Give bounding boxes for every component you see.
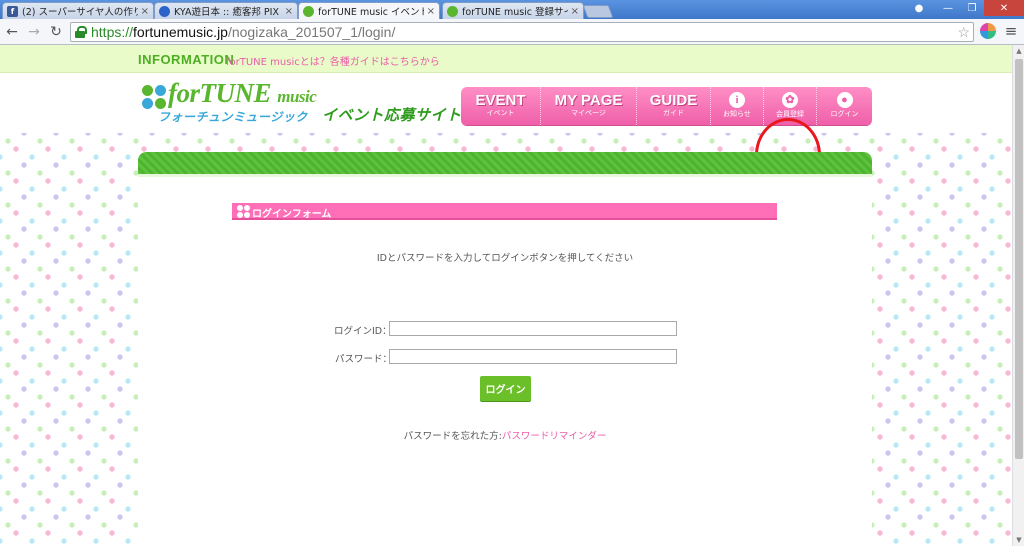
nav-label: EVENT xyxy=(475,92,526,109)
tab-title: forTUNE music 登録サイト xyxy=(462,7,568,18)
information-label: INFORMATION xyxy=(138,52,235,67)
card-header-stripe xyxy=(138,152,872,174)
close-icon[interactable]: × xyxy=(571,6,579,17)
tab-title: KYA遊日本 :: 癒客邦 PIX xyxy=(174,7,279,18)
new-tab-button[interactable] xyxy=(582,5,614,18)
nav-login[interactable]: ● ログイン xyxy=(817,87,872,125)
nav-label: MY PAGE xyxy=(554,92,623,109)
user-icon: ● xyxy=(836,92,853,108)
guide-link[interactable]: forTUNE musicとは？各種ガイドはこちらから xyxy=(226,53,440,68)
address-bar[interactable]: https:// fortunemusic.jp /nogizaka_20150… xyxy=(70,22,974,42)
lock-icon xyxy=(75,26,87,38)
tab-title: (2) スーパーサイヤ人の作り方 xyxy=(22,7,138,18)
clover-icon xyxy=(237,205,250,218)
menu-icon[interactable]: ≡ xyxy=(1003,22,1019,40)
login-id-input[interactable] xyxy=(389,321,677,336)
tab-fortune-register[interactable]: forTUNE music 登録サイト × xyxy=(442,2,584,19)
login-id-label: ログインID： xyxy=(334,326,392,337)
scroll-thumb[interactable] xyxy=(1015,59,1023,459)
scroll-down-icon[interactable]: ▼ xyxy=(1013,534,1024,546)
section-header: ログインフォーム xyxy=(232,203,777,220)
logo-text-small: music xyxy=(277,87,317,106)
tab-fortune-event[interactable]: forTUNE music イベント応 × xyxy=(298,2,440,19)
login-button[interactable]: ログイン xyxy=(480,376,531,401)
nav-sublabel: マイページ xyxy=(571,109,606,117)
window-close-icon[interactable]: ✕ xyxy=(984,0,1024,16)
reload-icon[interactable]: ↻ xyxy=(46,22,66,42)
page-scrollbar[interactable]: ▲ ▼ xyxy=(1012,45,1024,546)
page-viewport: INFORMATION forTUNE musicとは？各種ガイドはこちらから … xyxy=(0,45,1012,546)
nav-mypage[interactable]: MY PAGE マイページ xyxy=(541,87,637,125)
browser-toolbar: ← → ↻ https:// fortunemusic.jp /nogizaka… xyxy=(0,19,1024,45)
url-scheme: https:// xyxy=(91,24,134,40)
password-reminder: パスワードを忘れた方:パスワードリマインダー xyxy=(138,428,872,442)
url-path: /nogizaka_201507_1/login/ xyxy=(227,24,396,40)
tab-facebook[interactable]: f (2) スーパーサイヤ人の作り方 × xyxy=(2,2,154,19)
password-reminder-link[interactable]: パスワードリマインダー xyxy=(502,431,607,442)
logo-text: forTUNE xyxy=(168,78,272,108)
facebook-icon: f xyxy=(7,5,18,17)
card-header-shadow xyxy=(138,174,872,177)
scroll-up-icon[interactable]: ▲ xyxy=(1013,45,1024,57)
nav-sublabel: ガイド xyxy=(663,109,684,117)
information-bar: INFORMATION forTUNE musicとは？各種ガイドはこちらから xyxy=(0,45,1012,73)
fortune-icon xyxy=(447,5,458,17)
password-label: パスワード： xyxy=(335,354,393,365)
nav-sublabel: お知らせ xyxy=(723,110,751,118)
nav-label: GUIDE xyxy=(649,92,698,109)
window-controls: ● — ❐ ✕ xyxy=(908,0,1024,16)
clover-icon: ✿ xyxy=(782,92,798,108)
back-icon[interactable]: ← xyxy=(2,22,22,42)
tab-title: forTUNE music イベント応 xyxy=(318,7,424,18)
section-title: ログインフォーム xyxy=(252,209,332,220)
nav-sublabel: イベント xyxy=(486,109,515,117)
close-icon[interactable]: × xyxy=(427,6,435,17)
nav-event[interactable]: EVENT イベント xyxy=(461,87,541,125)
password-input[interactable] xyxy=(389,349,677,364)
main-nav: EVENT イベント MY PAGE マイページ GUIDE ガイド i お知ら… xyxy=(461,87,872,125)
bookmark-star-icon[interactable]: ☆ xyxy=(957,24,970,41)
login-card: ログインフォーム IDとパスワードを入力してログインボタンを押してください ログ… xyxy=(138,152,872,546)
tab-kya[interactable]: KYA遊日本 :: 癒客邦 PIX × xyxy=(154,2,298,19)
minimize-icon[interactable]: — xyxy=(936,0,960,16)
close-icon[interactable]: × xyxy=(285,6,293,17)
url-host: fortunemusic.jp xyxy=(133,24,228,40)
login-instruction: IDとパスワードを入力してログインボタンを押してください xyxy=(376,253,634,264)
fortune-icon xyxy=(303,5,314,17)
restore-icon[interactable]: ❐ xyxy=(960,0,984,16)
globe-icon xyxy=(159,5,170,17)
info-icon: i xyxy=(729,92,745,108)
nav-guide[interactable]: GUIDE ガイド xyxy=(637,87,711,125)
site-tagline: イベント応募サイト xyxy=(322,106,462,124)
close-icon[interactable]: × xyxy=(141,6,149,17)
user-icon[interactable]: ● xyxy=(908,0,930,16)
site-logo[interactable]: forTUNE music xyxy=(168,78,317,109)
forward-icon[interactable]: → xyxy=(24,22,44,42)
logo-subtitle: フォーチュンミュージック xyxy=(158,110,308,124)
nav-news[interactable]: i お知らせ xyxy=(711,87,764,125)
reminder-text: パスワードを忘れた方: xyxy=(403,431,502,442)
nav-sublabel: ログイン xyxy=(830,110,859,118)
extension-icon[interactable] xyxy=(980,23,996,39)
tab-strip: f (2) スーパーサイヤ人の作り方 × KYA遊日本 :: 癒客邦 PIX ×… xyxy=(0,0,1024,19)
